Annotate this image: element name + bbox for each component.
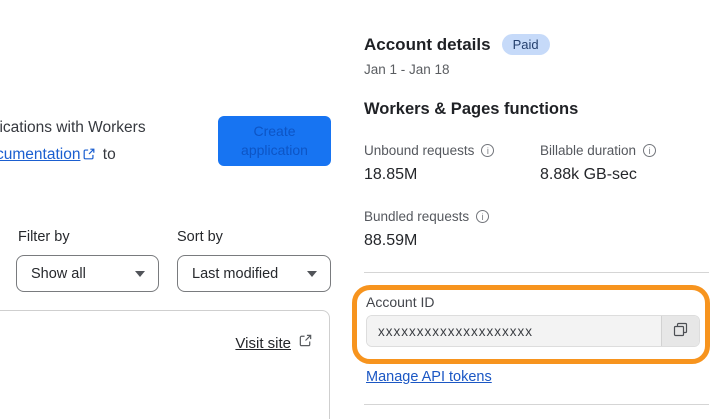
external-link-icon <box>298 333 313 353</box>
sort-dropdown[interactable]: Last modified <box>177 255 331 292</box>
metric-label: Billable duration <box>540 143 637 158</box>
chevron-down-icon <box>307 270 317 277</box>
visit-site-link[interactable]: Visit site <box>235 335 291 352</box>
metric-unbound-requests: Unbound requests 18.85M <box>364 143 495 184</box>
metric-value: 88.59M <box>364 232 418 249</box>
metric-value: 8.88k GB-sec <box>540 166 637 183</box>
create-application-button[interactable]: Create application <box>218 116 331 166</box>
filter-by-label: Filter by <box>18 229 70 245</box>
intro-line1: lications with Workers <box>0 119 146 136</box>
documentation-link[interactable]: cumentation <box>0 146 80 163</box>
account-id-control <box>366 315 700 347</box>
chevron-down-icon <box>135 270 145 277</box>
filter-dropdown-value: Show all <box>31 265 86 282</box>
project-card: Visit site <box>0 310 330 419</box>
account-details-title: Account details <box>364 34 491 54</box>
external-link-icon <box>82 148 96 165</box>
metric-label: Unbound requests <box>364 143 475 158</box>
info-circle-icon[interactable] <box>476 210 490 223</box>
info-circle-icon[interactable] <box>643 144 657 157</box>
info-circle-icon[interactable] <box>481 144 495 157</box>
copy-button[interactable] <box>661 316 699 346</box>
account-id-input[interactable] <box>367 316 661 346</box>
workers-pages-dashboard: lications with Workers cumentation to Cr… <box>0 0 718 419</box>
metric-bundled-requests: Bundled requests 88.59M <box>364 209 490 250</box>
copy-icon <box>673 322 688 340</box>
intro-suffix: to <box>102 146 116 163</box>
visit-site-row: Visit site <box>235 333 313 353</box>
functions-section-title: Workers & Pages functions <box>364 100 579 118</box>
create-application-label-line1: Create <box>253 123 296 139</box>
sort-by-label: Sort by <box>177 229 223 245</box>
intro-text: lications with Workers cumentation to <box>0 114 221 168</box>
metric-label: Bundled requests <box>364 209 470 224</box>
account-id-label: Account ID <box>366 294 435 310</box>
metric-value: 18.85M <box>364 166 418 183</box>
plan-badge: Paid <box>501 34 550 55</box>
manage-api-tokens-link[interactable]: Manage API tokens <box>366 369 492 385</box>
account-details-header: Account details Paid <box>364 34 550 55</box>
divider <box>364 404 709 405</box>
metric-billable-duration: Billable duration 8.88k GB-sec <box>540 143 657 184</box>
date-range: Jan 1 - Jan 18 <box>364 62 450 77</box>
filter-dropdown[interactable]: Show all <box>16 255 159 292</box>
divider <box>364 272 709 273</box>
sort-dropdown-value: Last modified <box>192 265 279 282</box>
create-application-label-line2: application <box>241 142 308 158</box>
